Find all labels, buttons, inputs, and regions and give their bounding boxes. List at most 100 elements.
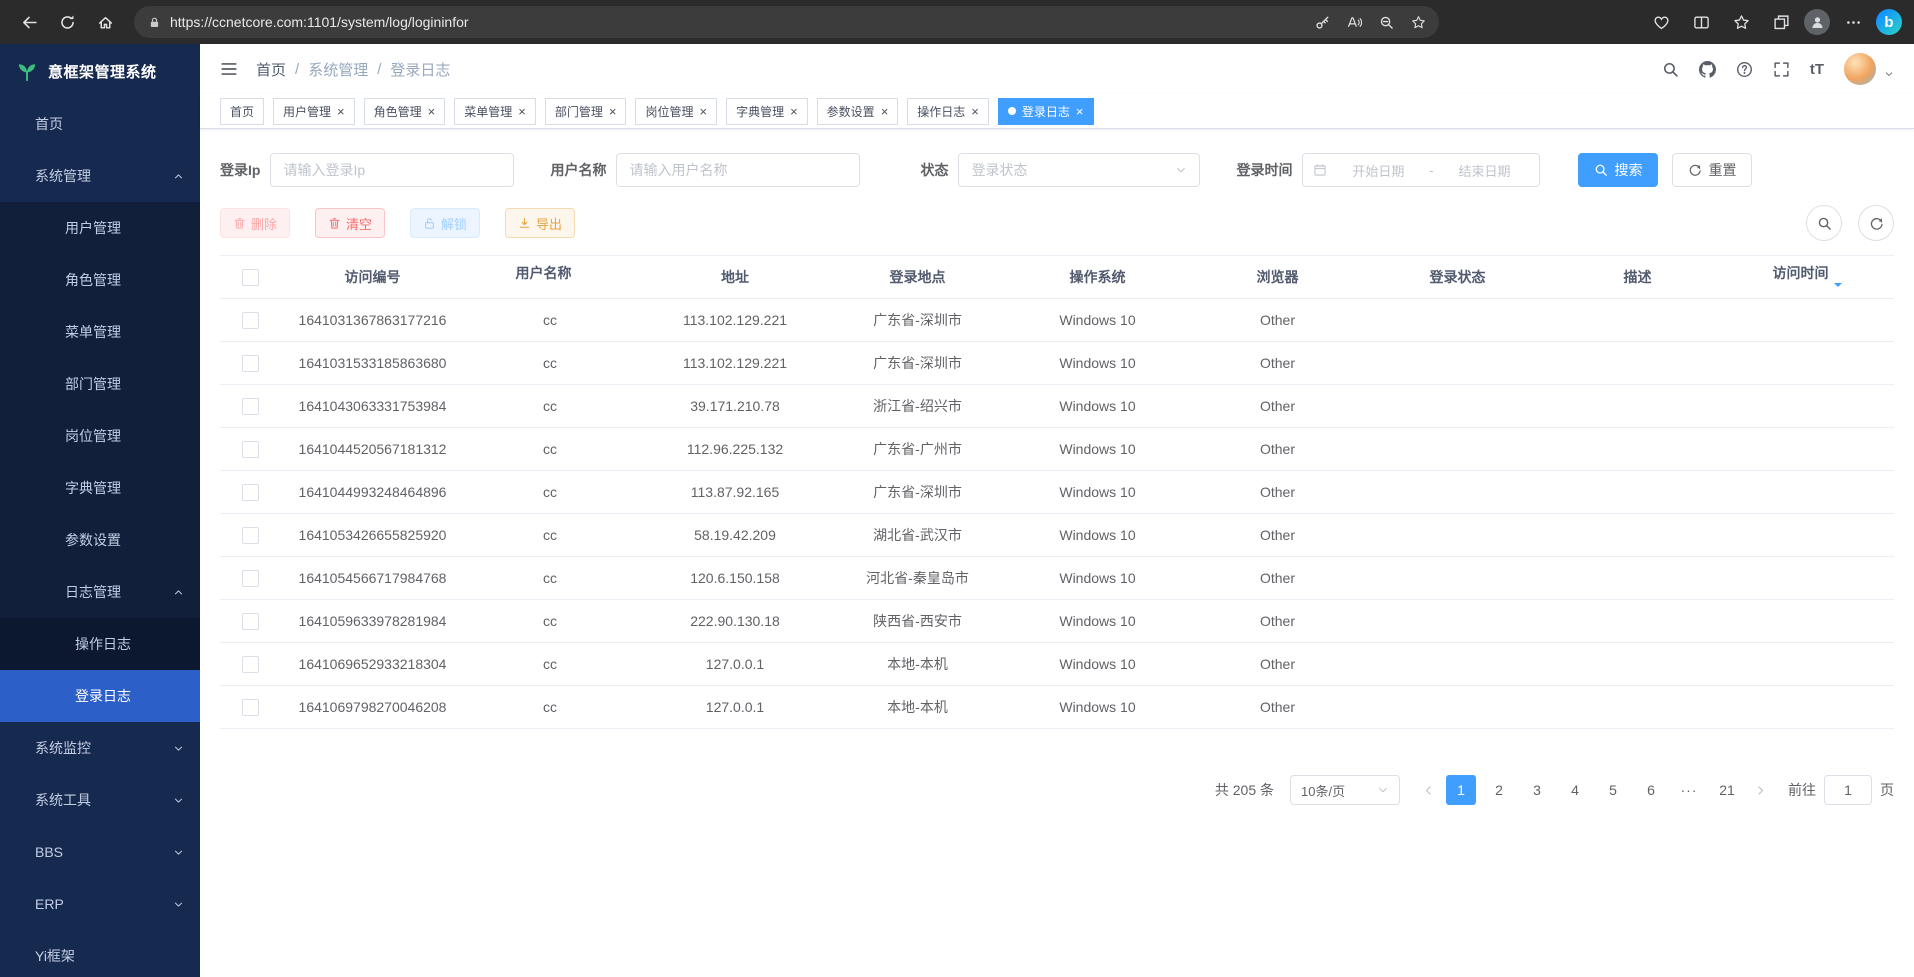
sidebar-item[interactable]: 字典管理	[0, 462, 200, 514]
table-row[interactable]: 1641044993248464896 cc 113.87.92.165 广东省…	[220, 471, 1894, 514]
collections-icon[interactable]	[1764, 5, 1798, 39]
page-button[interactable]: 4	[1560, 775, 1590, 805]
column-header[interactable]: 操作系统	[1000, 256, 1195, 299]
close-icon[interactable]: ×	[1076, 105, 1084, 118]
table-row[interactable]: 1641031367863177216 cc 113.102.129.221 广…	[220, 299, 1894, 342]
browser-profile-avatar[interactable]	[1804, 9, 1830, 35]
table-row[interactable]: 1641069798270046208 cc 127.0.0.1 本地-本机 W…	[220, 686, 1894, 729]
fullscreen-icon[interactable]	[1773, 61, 1790, 78]
tab[interactable]: 用户管理 ×	[273, 98, 355, 125]
sidebar-item[interactable]: ERP	[0, 878, 200, 930]
row-checkbox[interactable]	[242, 613, 259, 630]
prev-page-button[interactable]	[1414, 776, 1442, 804]
next-page-button[interactable]	[1746, 776, 1774, 804]
row-checkbox[interactable]	[242, 355, 259, 372]
clear-button[interactable]: 清空	[315, 208, 385, 238]
table-row[interactable]: 1641044520567181312 cc 112.96.225.132 广东…	[220, 428, 1894, 471]
tab[interactable]: 角色管理 ×	[364, 98, 446, 125]
password-key-icon[interactable]	[1307, 7, 1337, 37]
breadcrumb-home[interactable]: 首页	[256, 59, 286, 80]
address-bar[interactable]: https://ccnetcore.com:1101/system/log/lo…	[134, 6, 1439, 38]
sidebar-item[interactable]: 首页	[0, 98, 200, 150]
column-header[interactable]: 登录地点	[835, 256, 1000, 299]
copilot-icon[interactable]: b	[1876, 9, 1902, 35]
column-header[interactable]: 描述	[1555, 256, 1720, 299]
browser-home-icon[interactable]	[88, 5, 122, 39]
sidebar-item[interactable]: 参数设置	[0, 514, 200, 566]
browser-essentials-icon[interactable]	[1644, 5, 1678, 39]
close-icon[interactable]: ×	[881, 105, 889, 118]
sidebar-item[interactable]: Yi框架	[0, 930, 200, 977]
close-icon[interactable]: ×	[971, 105, 979, 118]
select-all-checkbox[interactable]	[242, 269, 259, 286]
page-button[interactable]: 6	[1636, 775, 1666, 805]
close-icon[interactable]: ×	[790, 105, 798, 118]
sidebar-item[interactable]: 登录日志	[0, 670, 200, 722]
sidebar-item[interactable]: 岗位管理	[0, 410, 200, 462]
sidebar-item[interactable]: 用户管理	[0, 202, 200, 254]
username-input[interactable]	[616, 153, 860, 187]
status-select[interactable]: 登录状态	[958, 153, 1200, 187]
page-button[interactable]: 5	[1598, 775, 1628, 805]
close-icon[interactable]: ×	[609, 105, 617, 118]
column-header[interactable]: 登录状态	[1360, 256, 1555, 299]
tab[interactable]: 部门管理 ×	[545, 98, 627, 125]
reload-icon[interactable]	[50, 5, 84, 39]
tab[interactable]: 操作日志 ×	[907, 98, 989, 125]
sidebar-item[interactable]: 系统管理	[0, 150, 200, 202]
table-row[interactable]: 1641031533185863680 cc 113.102.129.221 广…	[220, 342, 1894, 385]
github-icon[interactable]	[1699, 61, 1716, 78]
table-row[interactable]: 1641053426655825920 cc 58.19.42.209 湖北省-…	[220, 514, 1894, 557]
table-row[interactable]: 1641054566717984768 cc 120.6.150.158 河北省…	[220, 557, 1894, 600]
table-row[interactable]: 1641059633978281984 cc 222.90.130.18 陕西省…	[220, 600, 1894, 643]
tab[interactable]: 首页	[220, 98, 264, 125]
tab[interactable]: 登录日志 ×	[998, 98, 1094, 125]
column-header[interactable]: 浏览器	[1195, 256, 1360, 299]
row-checkbox[interactable]	[242, 699, 259, 716]
goto-page-input[interactable]	[1824, 775, 1872, 805]
split-screen-icon[interactable]	[1684, 5, 1718, 39]
table-row[interactable]: 1641069652933218304 cc 127.0.0.1 本地-本机 W…	[220, 643, 1894, 686]
tab[interactable]: 参数设置 ×	[817, 98, 899, 125]
column-header[interactable]: 访问时间	[1720, 256, 1894, 299]
search-button[interactable]: 搜索	[1578, 153, 1658, 187]
table-row[interactable]: 1641043063331753984 cc 39.171.210.78 浙江省…	[220, 385, 1894, 428]
page-button[interactable]: ···	[1674, 775, 1704, 805]
avatar-dropdown-icon[interactable]	[1884, 69, 1894, 85]
back-icon[interactable]	[12, 5, 46, 39]
sidebar-item[interactable]: BBS	[0, 826, 200, 878]
row-checkbox[interactable]	[242, 312, 259, 329]
sidebar-toggle-icon[interactable]	[220, 60, 238, 78]
close-icon[interactable]: ×	[428, 105, 436, 118]
zoom-out-icon[interactable]	[1371, 7, 1401, 37]
font-size-icon[interactable]: tT	[1810, 61, 1824, 78]
row-checkbox[interactable]	[242, 527, 259, 544]
unlock-button[interactable]: 解锁	[410, 208, 480, 238]
reset-button[interactable]: 重置	[1672, 153, 1752, 187]
sort-carets-icon[interactable]	[1834, 272, 1842, 291]
help-icon[interactable]	[1736, 61, 1753, 78]
sidebar-item[interactable]: 菜单管理	[0, 306, 200, 358]
user-avatar[interactable]	[1844, 53, 1876, 85]
row-checkbox[interactable]	[242, 441, 259, 458]
page-button[interactable]: 2	[1484, 775, 1514, 805]
page-button[interactable]: 21	[1712, 775, 1742, 805]
column-header[interactable]: 用户名称	[465, 256, 635, 299]
page-button[interactable]: 1	[1446, 775, 1476, 805]
favorites-icon[interactable]	[1724, 5, 1758, 39]
row-checkbox[interactable]	[242, 398, 259, 415]
sidebar-item[interactable]: 操作日志	[0, 618, 200, 670]
delete-button[interactable]: 删除	[220, 208, 290, 238]
row-checkbox[interactable]	[242, 484, 259, 501]
page-button[interactable]: 3	[1522, 775, 1552, 805]
add-favorite-icon[interactable]	[1403, 7, 1433, 37]
column-header[interactable]: 地址	[635, 256, 835, 299]
tab[interactable]: 菜单管理 ×	[454, 98, 536, 125]
row-checkbox[interactable]	[242, 656, 259, 673]
close-icon[interactable]: ×	[337, 105, 345, 118]
sidebar-item[interactable]: 日志管理	[0, 566, 200, 618]
page-size-select[interactable]: 10条/页	[1290, 775, 1400, 805]
login-ip-input[interactable]	[270, 153, 514, 187]
browser-settings-icon[interactable]	[1836, 5, 1870, 39]
tab[interactable]: 字典管理 ×	[726, 98, 808, 125]
